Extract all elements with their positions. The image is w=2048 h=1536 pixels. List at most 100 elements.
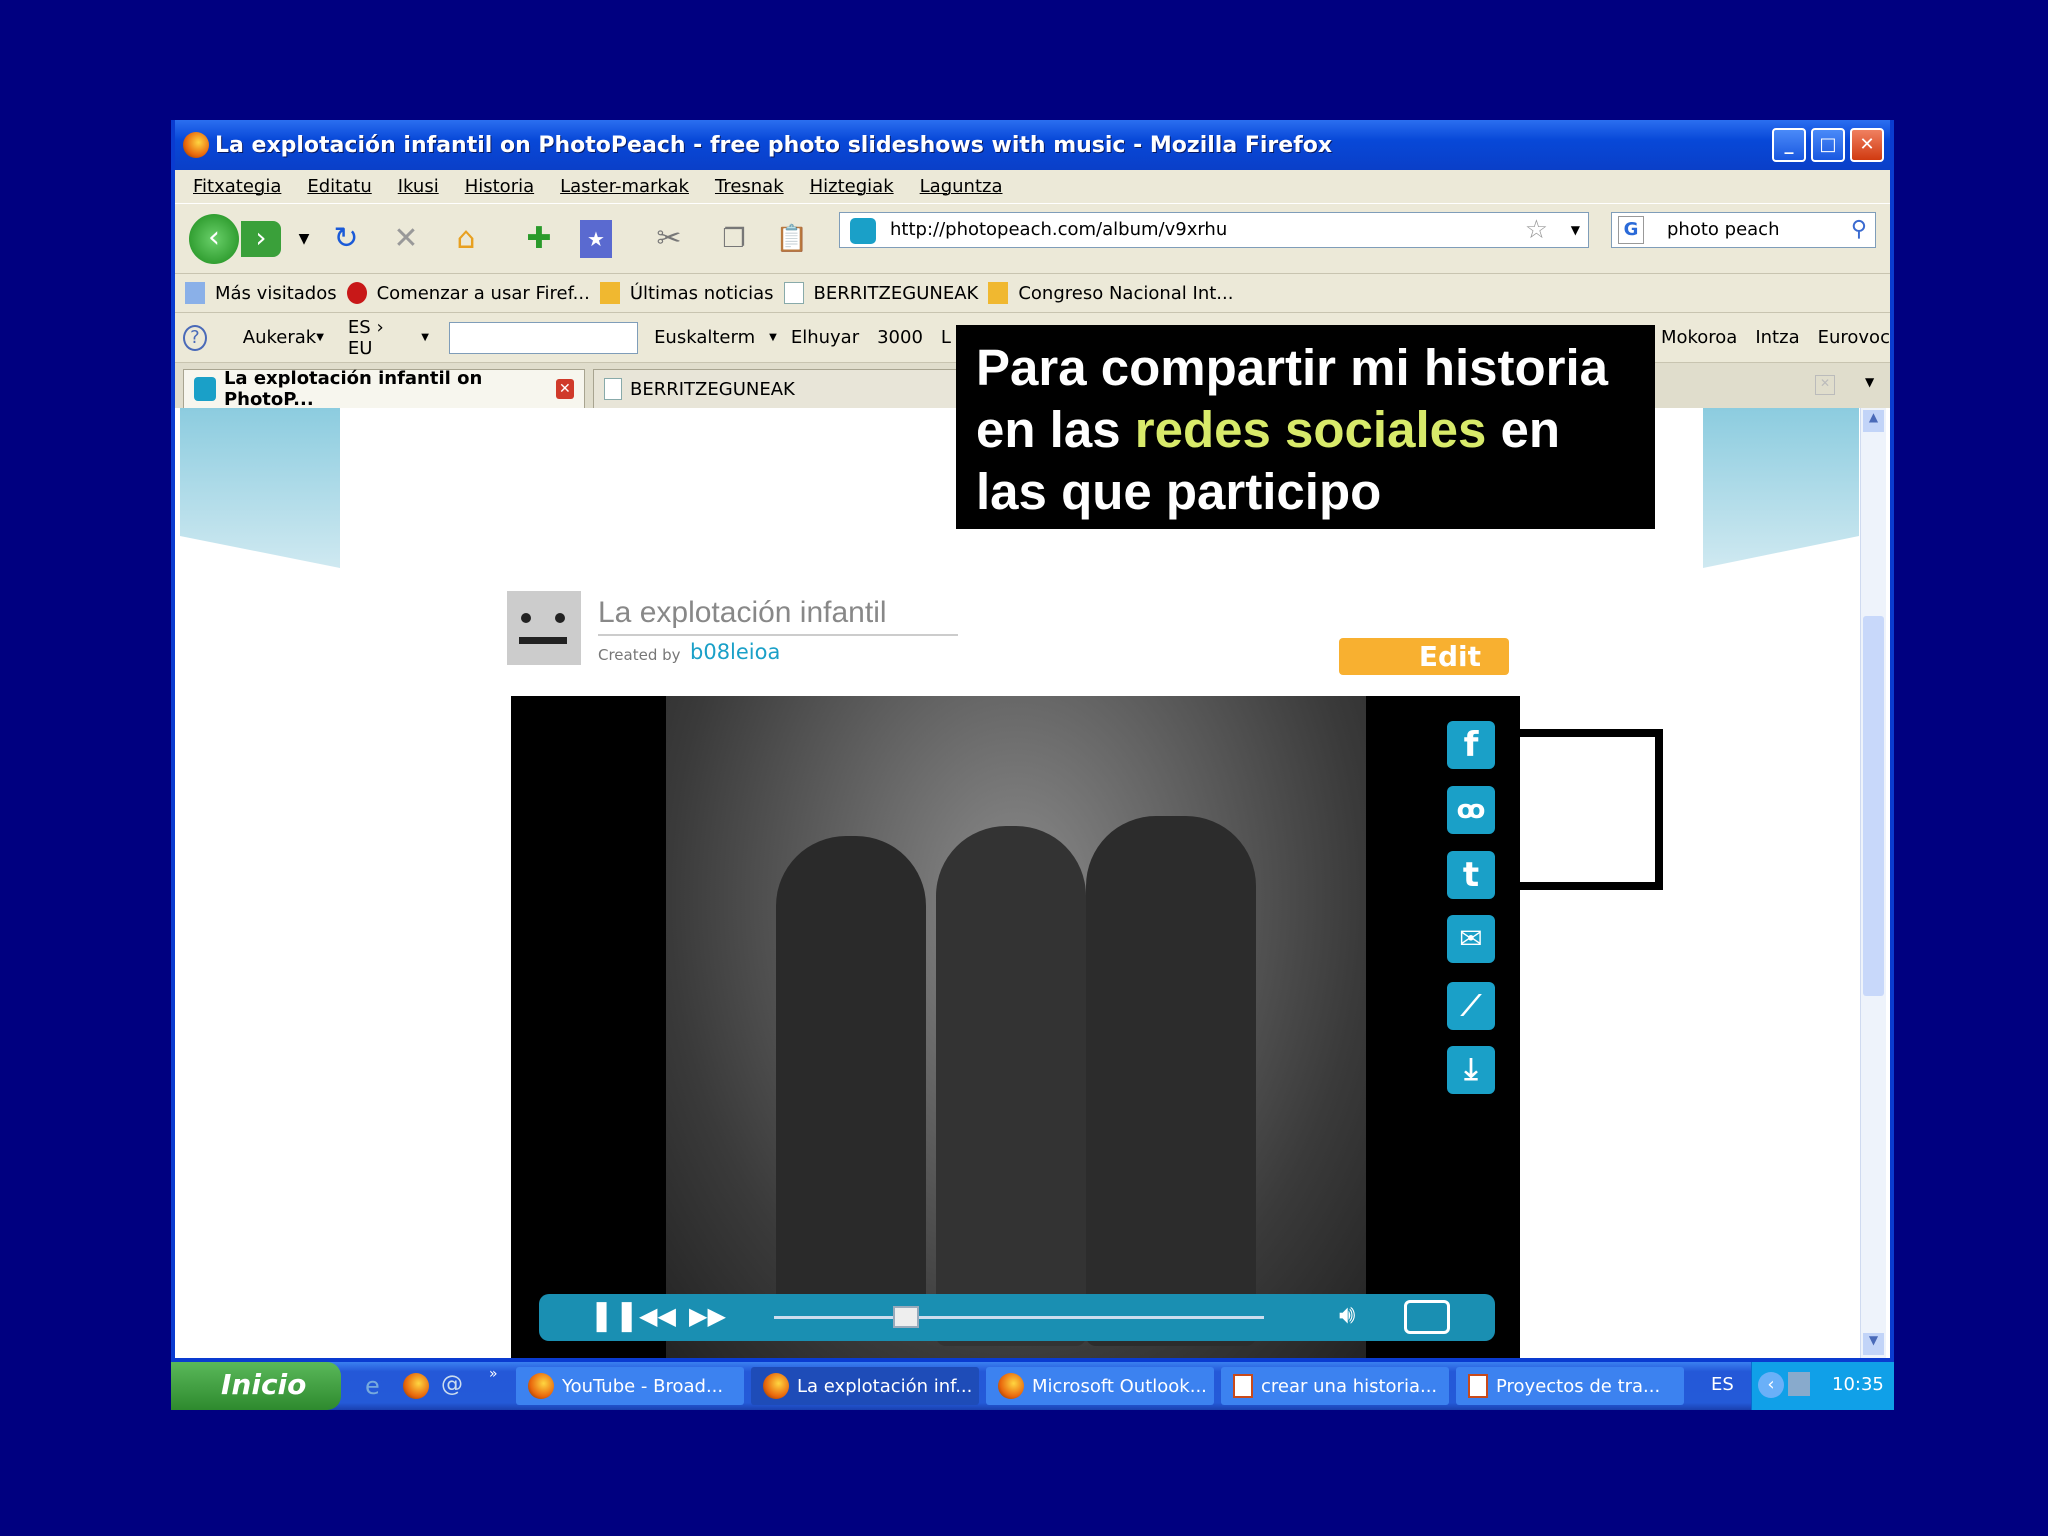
created-by-label: Created by <box>598 646 681 664</box>
caption-highlight: redes sociales <box>1134 401 1487 458</box>
task-proyectos[interactable]: Proyectos de tra... <box>1456 1367 1684 1405</box>
network-icon[interactable] <box>1788 1372 1810 1396</box>
link-euskalterm[interactable]: Euskalterm <box>654 327 755 348</box>
folder-icon <box>185 282 205 304</box>
fullscreen-button[interactable] <box>1404 1300 1450 1334</box>
menu-help[interactable]: Laguntza <box>920 176 1003 197</box>
tab-list-dropdown[interactable]: ▼ <box>1865 375 1874 389</box>
slideshow-player[interactable]: ❚❚ ◀◀ ▶▶ 🔊︎ <box>511 696 1520 1358</box>
link-3000[interactable]: 3000 <box>877 327 923 348</box>
outlook-icon[interactable]: @ <box>441 1372 463 1397</box>
volume-icon[interactable]: 🔊︎ <box>1339 1300 1355 1331</box>
bookmark-icon[interactable]: ★ <box>580 220 612 258</box>
author-link[interactable]: b08leioa <box>690 640 780 664</box>
menu-edit[interactable]: Editatu <box>307 176 371 197</box>
menu-history[interactable]: Historia <box>465 176 534 197</box>
start-button[interactable]: Inicio <box>171 1362 341 1410</box>
task-label: La explotación inf... <box>797 1375 973 1397</box>
history-dropdown[interactable]: ▼ <box>285 220 323 258</box>
pause-button[interactable]: ❚❚ <box>589 1298 639 1333</box>
language-indicator[interactable]: ES <box>1711 1374 1734 1395</box>
new-tab-icon[interactable]: ✚ <box>520 220 558 258</box>
task-crear-historia[interactable]: crear una historia... <box>1221 1367 1449 1405</box>
url-dropdown[interactable]: ▼ <box>1571 213 1580 247</box>
bookmarks-bar: Más visitados Comenzar a usar Firef... Ú… <box>175 274 1890 313</box>
close-tab-icon[interactable]: ✕ <box>1815 375 1835 395</box>
quicklaunch-more[interactable]: » <box>489 1366 498 1382</box>
facebook-share-icon[interactable]: f <box>1447 721 1495 769</box>
forward-button[interactable]: › <box>241 221 281 257</box>
scroll-up-button[interactable]: ▲ <box>1863 410 1884 432</box>
options-dropdown[interactable]: Aukerak <box>243 327 316 348</box>
minimize-button[interactable]: _ <box>1772 128 1806 162</box>
bookmark-congreso[interactable]: Congreso Nacional Int... <box>1018 283 1233 304</box>
search-icon[interactable]: ⚲ <box>1851 213 1867 247</box>
progress-track[interactable] <box>774 1316 1264 1319</box>
caption-line-3: las que participo <box>976 463 1382 520</box>
tab-berritzeguneak[interactable]: BERRITZEGUNEAK <box>593 369 993 408</box>
home-icon[interactable]: ⌂ <box>447 220 485 258</box>
embed-tag-icon[interactable]: ⟋ <box>1447 982 1495 1030</box>
maximize-button[interactable]: □ <box>1811 128 1845 162</box>
lang-dropdown[interactable]: ES › EU <box>348 317 407 359</box>
system-tray: ‹ 10:35 <box>1751 1362 1894 1410</box>
back-button[interactable]: ‹ <box>189 214 239 264</box>
page-content: ▲ ▼ La explotación infantil Created by b… <box>175 408 1890 1358</box>
firefox-icon <box>528 1373 554 1399</box>
close-button[interactable]: ✕ <box>1850 128 1884 162</box>
bookmark-news[interactable]: Últimas noticias <box>630 283 774 304</box>
menu-bar: Fitxategia Editatu Ikusi Historia Laster… <box>175 170 1002 203</box>
fast-forward-button[interactable]: ▶▶ <box>689 1302 726 1330</box>
task-outlook[interactable]: Microsoft Outlook... <box>986 1367 1214 1405</box>
tab-close-icon[interactable]: ✕ <box>555 379 575 399</box>
bookmark-berritzeguneak[interactable]: BERRITZEGUNEAK <box>814 283 979 304</box>
url-bar[interactable]: http://photopeach.com/album/v9xrhu ☆ ▼ <box>839 212 1589 248</box>
reload-icon[interactable]: ↻ <box>327 220 365 258</box>
tab-active[interactable]: La explotación infantil on PhotoP... ✕ <box>183 368 585 410</box>
edit-button[interactable]: Edit <box>1339 638 1509 675</box>
stop-icon[interactable]: ✕ <box>387 220 425 258</box>
menu-file[interactable]: Fitxategia <box>193 176 281 197</box>
search-box[interactable]: G photo peach ⚲ <box>1611 212 1876 248</box>
dictionary-input[interactable] <box>448 321 639 354</box>
menu-tools[interactable]: Tresnak <box>715 176 784 197</box>
help-icon[interactable]: ? <box>183 324 207 351</box>
browser-window: La explotación infantil on PhotoPeach - … <box>171 120 1894 1362</box>
bookmark-getting-started[interactable]: Comenzar a usar Firef... <box>377 283 590 304</box>
task-youtube[interactable]: YouTube - Broad... <box>516 1367 744 1405</box>
twitter-share-icon[interactable]: t <box>1447 851 1495 899</box>
link-eurovoc[interactable]: Eurovoc <box>1818 327 1890 348</box>
scroll-thumb[interactable] <box>1863 616 1884 996</box>
site-favicon <box>850 218 876 244</box>
tab-label: La explotación infantil on PhotoP... <box>223 368 483 410</box>
menu-view[interactable]: Ikusi <box>398 176 439 197</box>
paste-icon[interactable]: 📋 <box>773 220 811 258</box>
link-intza[interactable]: Intza <box>1755 327 1799 348</box>
edit-label: Edit <box>1418 640 1481 673</box>
tray-expand-icon[interactable]: ‹ <box>1758 1372 1784 1398</box>
firefox-quicklaunch-icon[interactable] <box>403 1373 429 1399</box>
google-icon[interactable]: G <box>1618 216 1644 244</box>
email-share-icon[interactable]: ✉ <box>1447 915 1495 963</box>
copy-icon[interactable]: ❐ <box>715 220 753 258</box>
social-share-icon[interactable]: ꝏ <box>1447 786 1495 834</box>
scroll-down-button[interactable]: ▼ <box>1863 1333 1884 1355</box>
rss-icon <box>988 282 1009 304</box>
star-icon[interactable]: ☆ <box>1525 213 1548 247</box>
task-explotacion[interactable]: La explotación inf... <box>751 1367 979 1405</box>
progress-thumb[interactable] <box>893 1306 920 1328</box>
ie-icon[interactable]: e <box>365 1372 380 1400</box>
scrollbar[interactable]: ▲ ▼ <box>1860 408 1886 1358</box>
cut-icon[interactable]: ✂ <box>650 220 688 258</box>
link-elhuyar[interactable]: Elhuyar <box>791 327 859 348</box>
rewind-button[interactable]: ◀◀ <box>639 1302 676 1330</box>
link-mokoroa[interactable]: Mokoroa <box>1661 327 1737 348</box>
link-l[interactable]: L <box>941 327 951 348</box>
firefox-icon <box>998 1373 1024 1399</box>
download-icon[interactable]: ⤓ <box>1447 1046 1495 1094</box>
url-text: http://photopeach.com/album/v9xrhu <box>890 219 1228 240</box>
menu-bookmarks[interactable]: Laster-markak <box>560 176 689 197</box>
bookmark-most-visited[interactable]: Más visitados <box>215 283 337 304</box>
powerpoint-icon <box>1233 1374 1253 1398</box>
menu-dictionaries[interactable]: Hiztegiak <box>810 176 894 197</box>
